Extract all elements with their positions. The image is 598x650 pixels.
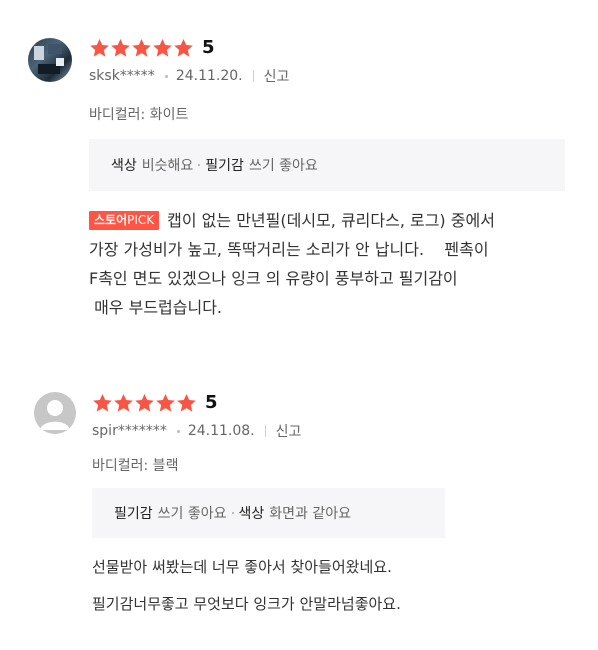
star-rating	[92, 393, 197, 413]
username: spir*******	[92, 423, 167, 439]
username: sksk*****	[89, 68, 155, 84]
star-icon	[114, 394, 133, 412]
tag-item: 필기감 쓰기 좋아요	[114, 506, 227, 522]
separator-line	[252, 70, 254, 82]
star-icon	[111, 39, 130, 57]
separator-dot	[176, 429, 180, 433]
review-line: 필기감너무좋고 무엇보다 잉크가 안말라넘좋아요.	[92, 595, 401, 613]
report-button[interactable]: 신고	[276, 421, 302, 441]
store-pick-badge: 스토어PICK	[89, 211, 160, 230]
star-icon	[135, 394, 154, 412]
rating: 5	[92, 393, 218, 413]
review-tags: 색상 비슷해요 필기감 쓰기 좋아요	[89, 139, 565, 191]
rating-score: 5	[205, 392, 218, 413]
separator-dot	[164, 74, 168, 78]
user-avatar	[28, 38, 72, 82]
review-tags: 필기감 쓰기 좋아요 색상 화면과 같아요	[92, 488, 445, 538]
tag-item: 색상 화면과 같아요	[238, 506, 352, 522]
product-option: 바디컬러: 블랙	[92, 458, 179, 474]
review-meta: sksk***** 24.11.20. 신고	[89, 66, 289, 86]
review-meta: spir******* 24.11.08. 신고	[92, 421, 301, 441]
review-content: 선물받아 써봤는데 너무 좋아서 찾아들어왔네요. 필기감너무좋고 무엇보다 잉…	[92, 549, 582, 623]
rating: 5	[89, 38, 215, 58]
review-line: 스토어PICK 캡이 없는 만년필(데시모, 큐리다스, 로그) 중에서	[89, 206, 579, 235]
star-icon	[132, 39, 151, 57]
product-option: 바디컬러: 화이트	[89, 107, 189, 123]
default-user-icon	[40, 400, 70, 430]
tag-item: 필기감 쓰기 좋아요	[205, 158, 318, 174]
star-icon	[174, 39, 193, 57]
separator-line	[264, 425, 266, 437]
star-rating	[89, 38, 194, 58]
review-content: 스토어PICK 캡이 없는 만년필(데시모, 큐리다스, 로그) 중에서 가장 가…	[89, 206, 579, 322]
star-icon	[156, 394, 175, 412]
star-icon	[153, 39, 172, 57]
user-avatar	[34, 392, 76, 434]
star-icon	[93, 394, 112, 412]
review-date: 24.11.08.	[187, 423, 255, 439]
review-date: 24.11.20.	[175, 68, 243, 84]
review-line: 선물받아 써봤는데 너무 좋아서 찾아들어왔네요.	[92, 558, 392, 576]
star-icon	[90, 39, 109, 57]
report-button[interactable]: 신고	[264, 66, 290, 86]
review-line: F촉인 면도 있겠으나 잉크 의 유량이 풍부하고 필기감이	[89, 269, 458, 288]
star-icon	[177, 394, 196, 412]
review-line: 매우 부드럽습니다.	[89, 298, 223, 317]
rating-score: 5	[202, 37, 215, 58]
tag-item: 색상 비슷해요	[111, 158, 194, 174]
review-line: 가장 가성비가 높고, 똑딱거리는 소리가 안 납니다. 펜촉이	[89, 240, 489, 259]
